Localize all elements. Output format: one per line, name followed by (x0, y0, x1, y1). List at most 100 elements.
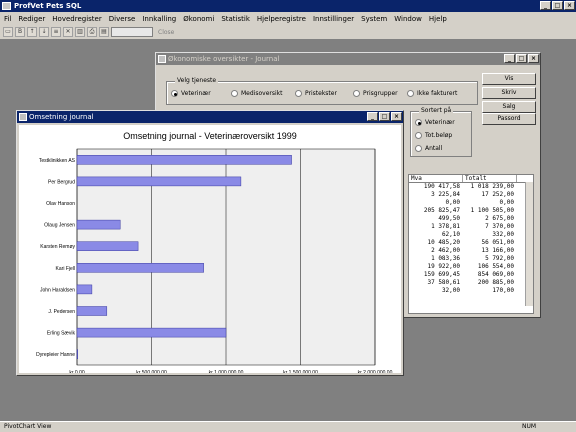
table-row[interactable]: 1 083,36 5 792,00 (409, 255, 533, 263)
table-row[interactable]: 62,10 332,00 (409, 231, 533, 239)
table-row[interactable]: 0,00 0,00 (409, 199, 533, 207)
sort-desc-icon[interactable]: ↓ (39, 27, 49, 37)
table-cell: 0,00 (499, 199, 514, 206)
table-cell: 190 417,58 (423, 183, 460, 190)
table-row[interactable]: 3 225,84 17 252,00 (409, 191, 533, 199)
maximize-icon[interactable]: □ (552, 1, 563, 10)
category-label: Karsten Remøy (40, 244, 75, 250)
skriv-button[interactable]: Skriv (482, 87, 536, 99)
table-row[interactable]: 1 378,81 7 370,00 (409, 223, 533, 231)
bar (76, 306, 108, 316)
menu-item-0[interactable]: Fil (4, 15, 11, 23)
table-cell: 17 252,00 (481, 191, 514, 198)
table-cell: 19 922,00 (427, 263, 460, 270)
table-row[interactable]: 32,00 170,00 (409, 287, 533, 295)
menu-item-2[interactable]: Hovedregister (52, 15, 101, 23)
maximize-icon[interactable]: □ (516, 54, 527, 63)
menu-item-4[interactable]: Innkalling (142, 15, 176, 23)
close-icon[interactable]: × (391, 112, 402, 121)
print-icon[interactable]: ⎙ (87, 27, 97, 37)
table-row[interactable]: 37 580,61 200 885,00 (409, 279, 533, 287)
status-num: NUM (522, 423, 537, 430)
menu-item-3[interactable]: Diverse (109, 15, 136, 23)
menu-item-10[interactable]: Window (394, 15, 422, 23)
table-cell: 56 051,00 (481, 239, 514, 246)
x-tick-label: kr 1 500 000,00 (283, 370, 318, 373)
bar (76, 349, 78, 359)
menu-item-5[interactable]: Økonomi (183, 15, 214, 23)
bar (76, 241, 139, 251)
table-cell: 62,10 (441, 231, 460, 238)
minimize-icon[interactable]: _ (504, 54, 515, 63)
x-tick-label: kr 1 000 000,00 (209, 370, 244, 373)
minimize-icon[interactable]: _ (367, 112, 378, 121)
chart-titlebar: Omsetning journal _ □ × (17, 111, 403, 123)
close-icon[interactable]: × (564, 1, 575, 10)
chart-window: Omsetning journal _ □ × Omsetning journa… (16, 110, 404, 376)
table-row[interactable]: 159 699,45 854 069,00 (409, 271, 533, 279)
menu-item-7[interactable]: Hjelperegistre (257, 15, 306, 23)
bold-icon[interactable]: B (15, 27, 25, 37)
chart-area: Omsetning journal - Veterinæroversikt 19… (19, 125, 401, 376)
table-row[interactable]: 205 825,47 1 100 505,00 (409, 207, 533, 215)
table-cell: 205 825,47 (423, 207, 460, 214)
delete-icon[interactable]: ✕ (63, 27, 73, 37)
oversikt-title: Økonomiske oversikter - Journal (168, 55, 280, 63)
sort-radio-veterinar[interactable]: Veterinær (415, 119, 455, 126)
menu-bar: Fil Rediger Hovedregister Diverse Innkalling… (0, 12, 576, 25)
table-row[interactable]: 2 462,00 13 166,00 (409, 247, 533, 255)
menu-item-1[interactable]: Rediger (18, 15, 45, 23)
preview-icon[interactable]: ▤ (99, 27, 109, 37)
table-cell: 1 083,36 (431, 255, 460, 262)
category-label: Per Bergrud (48, 179, 75, 185)
toolbar-close-button[interactable]: Close (158, 29, 174, 36)
table-cell: 854 069,00 (477, 271, 514, 278)
totals-grid[interactable]: Mva Totalt 190 417,58 1 018 239,00 3 225,8… (408, 174, 534, 314)
table-cell: 159 699,45 (423, 271, 460, 278)
table-cell: 5 792,00 (485, 255, 514, 262)
radio-ikke-fakturert[interactable]: Ikke fakturert (407, 90, 457, 97)
minimize-icon[interactable]: _ (540, 1, 551, 10)
ruler-icon[interactable]: ▭ (3, 27, 13, 37)
table-cell: 10 485,20 (427, 239, 460, 246)
menu-item-11[interactable]: Hjelp (429, 15, 447, 23)
oversikt-titlebar: Økonomiske oversikter - Journal _ □ × (156, 53, 540, 65)
radio-medisoversikt[interactable]: Medisoversikt (231, 90, 282, 97)
sort-asc-icon[interactable]: ↑ (27, 27, 37, 37)
app-titlebar: ProfVet Pets SQL _ □ × (0, 0, 576, 12)
x-tick-label: kr 500 000,00 (136, 370, 167, 373)
table-cell: 37 580,61 (427, 279, 460, 286)
x-tick-label: kr 0,00 (69, 370, 85, 373)
table-row[interactable]: 190 417,58 1 018 239,00 (409, 183, 533, 191)
sort-group-label: Sortert på (419, 107, 454, 114)
radio-prisgrupper[interactable]: Prisgrupper (353, 90, 398, 97)
table-cell: 7 370,00 (485, 223, 514, 230)
app-title: ProfVet Pets SQL (14, 2, 82, 10)
passord-button[interactable]: Passord (482, 113, 536, 125)
menu-item-9[interactable]: System (361, 15, 387, 23)
close-icon[interactable]: × (528, 54, 539, 63)
grid-header-totalt: Totalt (463, 175, 517, 182)
grid-scrollbar[interactable] (525, 182, 533, 306)
table-cell: 499,50 (438, 215, 460, 222)
table-row[interactable]: 499,50 2 675,00 (409, 215, 533, 223)
sort-radio-totbelop[interactable]: Tot.beløp (415, 132, 452, 139)
table-cell: 200 885,00 (477, 279, 514, 286)
radio-pristekster[interactable]: Pristekster (295, 90, 337, 97)
table-row[interactable]: 10 485,20 56 051,00 (409, 239, 533, 247)
grid-header-mva: Mva (409, 175, 463, 182)
salg-button[interactable]: Salg (482, 101, 536, 113)
radio-veterinar[interactable]: Veterinær (171, 90, 211, 97)
toolbar-select[interactable] (111, 27, 153, 37)
vis-button[interactable]: Vis (482, 73, 536, 85)
chart-icon[interactable]: ▥ (75, 27, 85, 37)
bar-chart: Omsetning journal - Veterinæroversikt 19… (36, 131, 393, 376)
category-label: Olaug Jensen (44, 223, 75, 229)
maximize-icon[interactable]: □ (379, 112, 390, 121)
sort-radio-antall[interactable]: Antall (415, 145, 442, 152)
filter-icon[interactable]: ≡ (51, 27, 61, 37)
table-row[interactable]: 19 922,00 106 554,00 (409, 263, 533, 271)
menu-item-8[interactable]: Innstillinger (313, 15, 354, 23)
category-label: Dyrepleier Hanne (36, 352, 75, 358)
menu-item-6[interactable]: Statistik (221, 15, 250, 23)
